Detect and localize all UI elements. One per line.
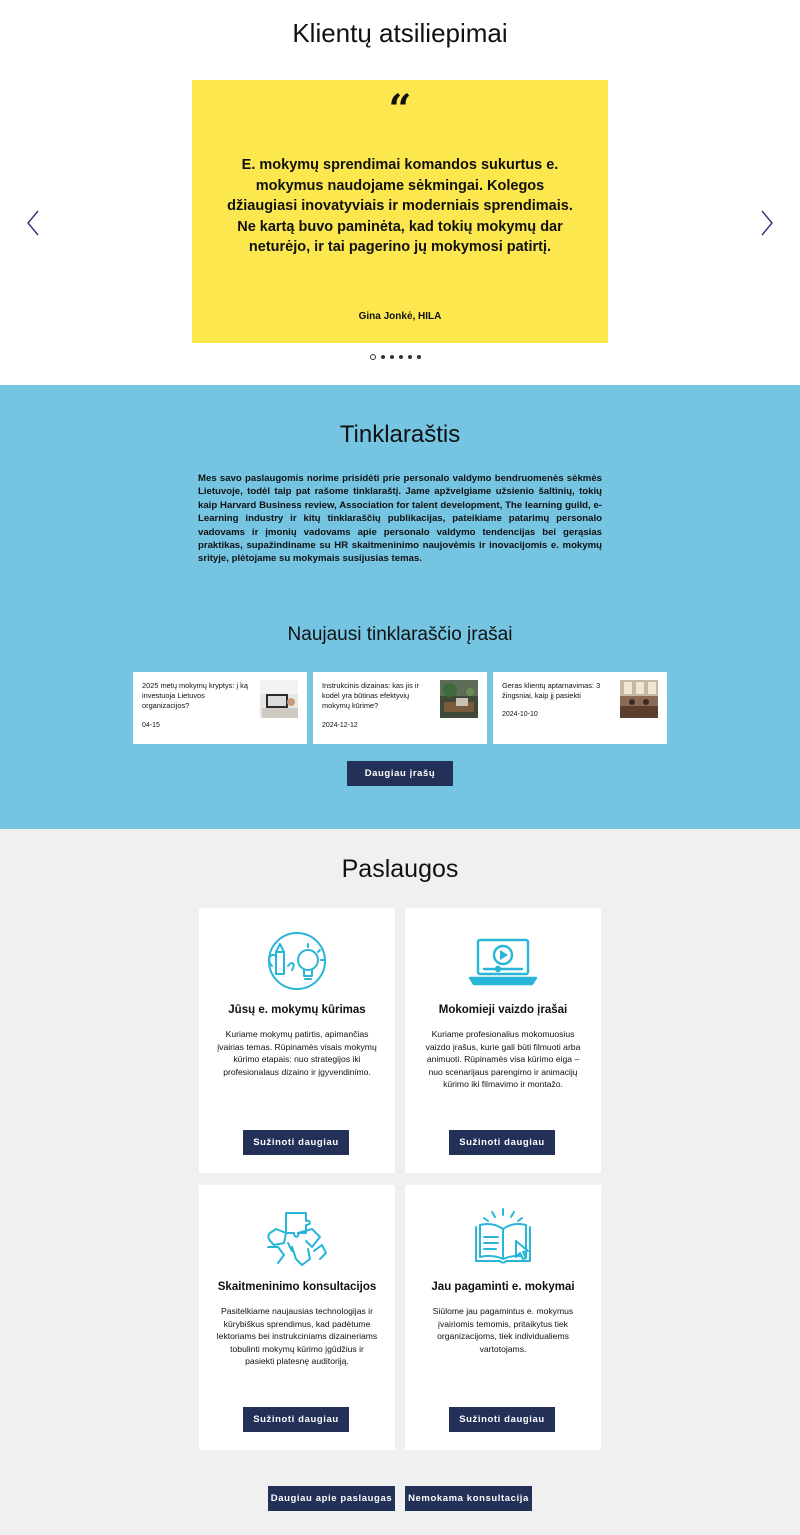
testimonials-section: Klientų atsiliepimai “ E. mokymų sprendi… [0, 0, 800, 385]
prev-slide-button[interactable] [24, 206, 44, 240]
service-description: Siūlome jau pagamintus e. mokymus įvairi… [432, 1306, 574, 1354]
service-title: Skaitmeninimo konsultacijos [217, 1281, 377, 1293]
post-thumbnail[interactable] [260, 680, 298, 718]
next-slide-button[interactable] [756, 206, 776, 240]
service-card: Mokomieji vaizdo įrašai Kuriame profesio… [405, 908, 601, 1173]
video-laptop-icon [468, 930, 538, 992]
quote-mark-icon: “ [388, 86, 412, 133]
blog-post-card[interactable]: 2025 metų mokymų kryptys: į ką investuoj… [133, 672, 307, 744]
learn-more-button[interactable]: Sužinoti daugiau [449, 1130, 555, 1155]
post-date: 2024-12-12 [322, 722, 358, 729]
post-thumbnail[interactable] [440, 680, 478, 718]
open-book-cursor-icon [468, 1207, 538, 1269]
post-date: 04-15 [142, 722, 160, 729]
learn-more-button[interactable]: Sužinoti daugiau [449, 1407, 555, 1432]
more-about-services-button[interactable]: Daugiau apie paslaugas [268, 1486, 395, 1511]
slider-dot[interactable] [417, 355, 421, 359]
post-title[interactable]: Geras klientų aptarnavimas: 3 žingsniai,… [502, 681, 614, 701]
blog-description: Mes savo paslaugomis norime prisidėti pr… [198, 473, 602, 565]
blog-post-card[interactable]: Instrukcinis dizainas: kas jis ir kodėl … [313, 672, 487, 744]
blog-title: Tinklaraštis [339, 421, 461, 448]
service-title: Mokomieji vaizdo įrašai [438, 1004, 568, 1016]
service-card: Jūsų e. mokymų kūrimas Kuriame mokymų pa… [199, 908, 395, 1173]
chevron-right-icon [761, 210, 773, 236]
slider-dot[interactable] [399, 355, 403, 359]
blog-post-card[interactable]: Geras klientų aptarnavimas: 3 žingsniai,… [493, 672, 667, 744]
brain-lightbulb-icon [262, 930, 332, 992]
puzzle-hands-icon [262, 1207, 332, 1269]
slider-dot[interactable] [370, 354, 376, 360]
service-card: Jau pagaminti e. mokymai Siūlome jau pag… [405, 1185, 601, 1450]
post-title[interactable]: 2025 metų mokymų kryptys: į ką investuoj… [142, 681, 254, 711]
slider-dot[interactable] [381, 355, 385, 359]
learn-more-button[interactable]: Sužinoti daugiau [243, 1407, 349, 1432]
service-title: Jūsų e. mokymų kūrimas [228, 1004, 366, 1016]
chevron-left-icon [27, 210, 39, 236]
slider-dot[interactable] [390, 355, 394, 359]
services-section: Paslaugos Jūsų e. mokymų kūrimas Kuriame… [0, 829, 800, 1535]
service-title: Jau pagaminti e. mokymai [431, 1281, 575, 1293]
service-description: Pasitelkiame naujausias technologijas ir… [216, 1306, 378, 1367]
slider-dots [370, 352, 421, 362]
service-card: Skaitmeninimo konsultacijos Pasitelkiame… [199, 1185, 395, 1450]
slider-dot[interactable] [408, 355, 412, 359]
learn-more-button[interactable]: Sužinoti daugiau [243, 1130, 349, 1155]
testimonial-author: Gina Jonkė, HILA [358, 311, 442, 322]
testimonial-text: E. mokymų sprendimai komandos sukurtus e… [227, 157, 573, 255]
post-title[interactable]: Instrukcinis dizainas: kas jis ir kodėl … [322, 681, 434, 711]
service-description: Kuriame mokymų patirtis, apimančias įvai… [217, 1029, 377, 1077]
more-posts-button[interactable]: Daugiau įrašų [347, 761, 453, 786]
services-title: Paslaugos [341, 855, 459, 883]
post-date: 2024-10-10 [502, 711, 538, 718]
latest-posts-list: 2025 metų mokymų kryptys: į ką investuoj… [133, 672, 667, 744]
service-description: Kuriame profesionalius mokomuosius vaizd… [425, 1029, 581, 1090]
testimonials-title: Klientų atsiliepimai [292, 18, 508, 48]
latest-posts-title: Naujausi tinklaraščio įrašai [287, 624, 513, 645]
post-thumbnail[interactable] [620, 680, 658, 718]
blog-section: Tinklaraštis Mes savo paslaugomis norime… [0, 385, 800, 829]
free-consultation-button[interactable]: Nemokama konsultacija [405, 1486, 532, 1511]
